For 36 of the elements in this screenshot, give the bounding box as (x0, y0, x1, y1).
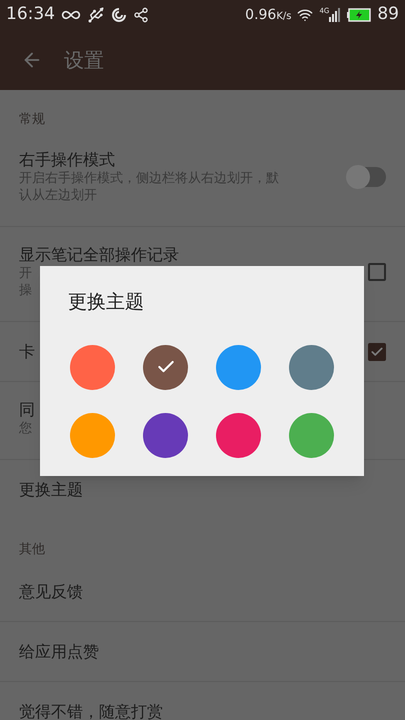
row-title: 给应用点赞 (19, 642, 99, 662)
settings-row[interactable]: 觉得不错，随意打赏 (0, 682, 405, 720)
check-icon (370, 344, 384, 358)
clock-text: 16:34 (6, 3, 55, 26)
color-swatch[interactable] (70, 344, 115, 390)
swirl-icon (111, 7, 127, 23)
usb-icon (87, 6, 105, 24)
speed-text: 0.96K/s (245, 6, 292, 24)
page-title: 设置 (64, 47, 104, 74)
row-title: 更换主题 (19, 480, 83, 500)
signal-icon (329, 8, 342, 22)
row-title: 觉得不错，随意打赏 (19, 702, 163, 720)
color-swatch[interactable] (143, 412, 188, 458)
color-swatch[interactable] (70, 412, 115, 458)
battery-text: 89 (377, 3, 399, 26)
row-title: 卡 (19, 342, 35, 362)
settings-row[interactable]: 意见反馈 (0, 562, 405, 622)
color-swatch[interactable] (289, 412, 334, 458)
row-title: 右手操作模式 (19, 150, 115, 170)
nodes-icon (133, 7, 149, 23)
section-header: 常规 (19, 112, 45, 127)
color-swatch[interactable] (216, 412, 261, 458)
color-swatch[interactable] (289, 344, 334, 390)
section-header: 其他 (19, 542, 45, 557)
battery-icon (347, 8, 372, 22)
color-swatch[interactable] (143, 344, 188, 390)
color-swatch[interactable] (216, 344, 261, 390)
row-title: 显示笔记全部操作记录 (19, 245, 179, 265)
checkbox[interactable] (368, 342, 386, 360)
dialog-title: 更换主题 (68, 290, 145, 315)
toggle-switch[interactable] (348, 167, 386, 187)
settings-row[interactable]: 给应用点赞 (0, 622, 405, 682)
row-title: 同 (19, 400, 35, 420)
wifi-icon (297, 7, 314, 23)
checkbox[interactable] (368, 263, 386, 281)
row-title: 意见反馈 (19, 582, 83, 602)
